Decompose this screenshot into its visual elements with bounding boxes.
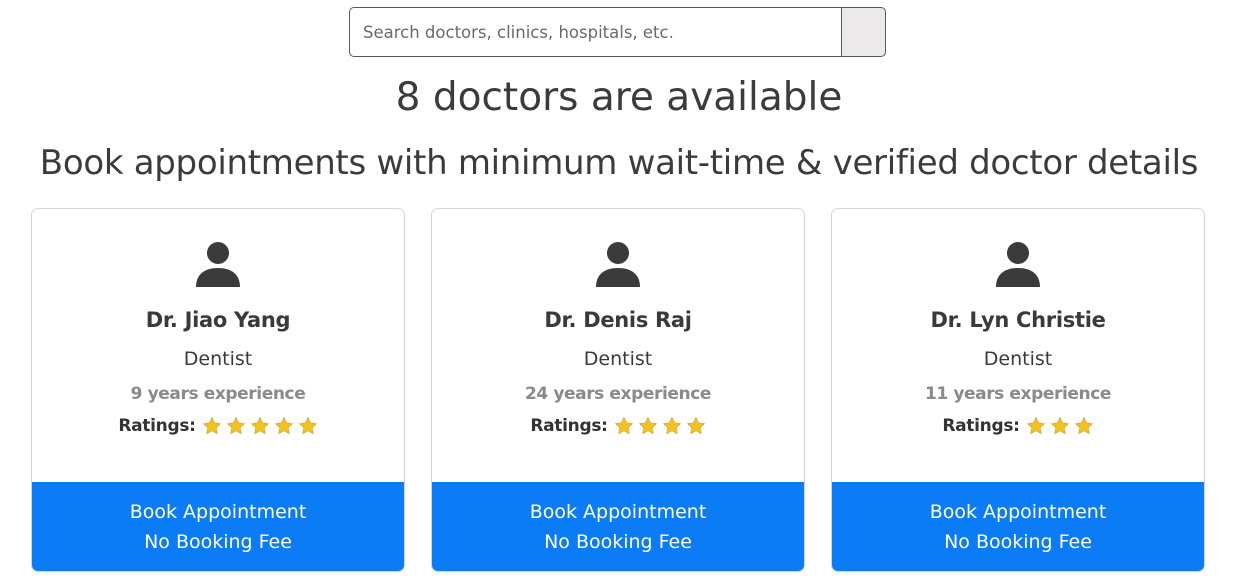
doctor-card: Dr. Denis Raj Dentist 24 years experienc… bbox=[431, 208, 805, 572]
star-icon bbox=[638, 417, 657, 434]
star-icon bbox=[686, 417, 705, 434]
doctor-name: Dr. Lyn Christie bbox=[930, 308, 1106, 332]
doctor-experience: 9 years experience bbox=[130, 384, 306, 404]
user-icon bbox=[996, 242, 1040, 287]
search-bar bbox=[349, 7, 886, 57]
star-icon bbox=[202, 417, 221, 434]
book-appointment-label: Book Appointment bbox=[129, 501, 307, 523]
book-appointment-button[interactable]: Book Appointment No Booking Fee bbox=[832, 482, 1204, 571]
ratings-label: Ratings: bbox=[942, 416, 1020, 436]
user-icon bbox=[596, 242, 640, 287]
doctor-count-heading: 8 doctors are available bbox=[395, 75, 843, 120]
doctor-name: Dr. Jiao Yang bbox=[145, 308, 291, 332]
ratings-label: Ratings: bbox=[118, 416, 196, 436]
user-icon bbox=[196, 242, 240, 287]
doctor-experience: 24 years experience bbox=[524, 384, 712, 404]
search-input[interactable] bbox=[349, 7, 841, 57]
book-appointment-label: Book Appointment bbox=[529, 501, 707, 523]
no-booking-fee-label: No Booking Fee bbox=[544, 531, 692, 553]
doctor-specialty: Dentist bbox=[583, 348, 653, 370]
ratings-label: Ratings: bbox=[530, 416, 608, 436]
doctor-specialty: Dentist bbox=[983, 348, 1053, 370]
ratings: Ratings: bbox=[32, 413, 404, 439]
star-icon bbox=[1026, 417, 1045, 434]
doctor-card: Dr. Jiao Yang Dentist 9 years experience… bbox=[31, 208, 405, 572]
avatar bbox=[32, 241, 404, 287]
search-button[interactable] bbox=[841, 7, 886, 57]
star-icon bbox=[1050, 417, 1069, 434]
ratings: Ratings: bbox=[432, 413, 804, 439]
star-icon bbox=[226, 417, 245, 434]
star-icon bbox=[614, 417, 633, 434]
doctor-specialty: Dentist bbox=[183, 348, 253, 370]
avatar bbox=[832, 241, 1204, 287]
book-appointment-label: Book Appointment bbox=[929, 501, 1107, 523]
no-booking-fee-label: No Booking Fee bbox=[944, 531, 1092, 553]
avatar bbox=[432, 241, 804, 287]
star-icon bbox=[662, 417, 681, 434]
no-booking-fee-label: No Booking Fee bbox=[144, 531, 292, 553]
doctor-name: Dr. Denis Raj bbox=[544, 308, 692, 332]
book-appointment-button[interactable]: Book Appointment No Booking Fee bbox=[432, 482, 804, 571]
star-icon bbox=[1074, 417, 1093, 434]
doctor-experience: 11 years experience bbox=[924, 384, 1112, 404]
book-appointment-button[interactable]: Book Appointment No Booking Fee bbox=[32, 482, 404, 571]
ratings: Ratings: bbox=[832, 413, 1204, 439]
doctor-card: Dr. Lyn Christie Dentist 11 years experi… bbox=[831, 208, 1205, 572]
page-tagline: Book appointments with minimum wait-time… bbox=[39, 143, 1199, 183]
star-icon bbox=[274, 417, 293, 434]
star-icon bbox=[298, 417, 317, 434]
star-icon bbox=[250, 417, 269, 434]
